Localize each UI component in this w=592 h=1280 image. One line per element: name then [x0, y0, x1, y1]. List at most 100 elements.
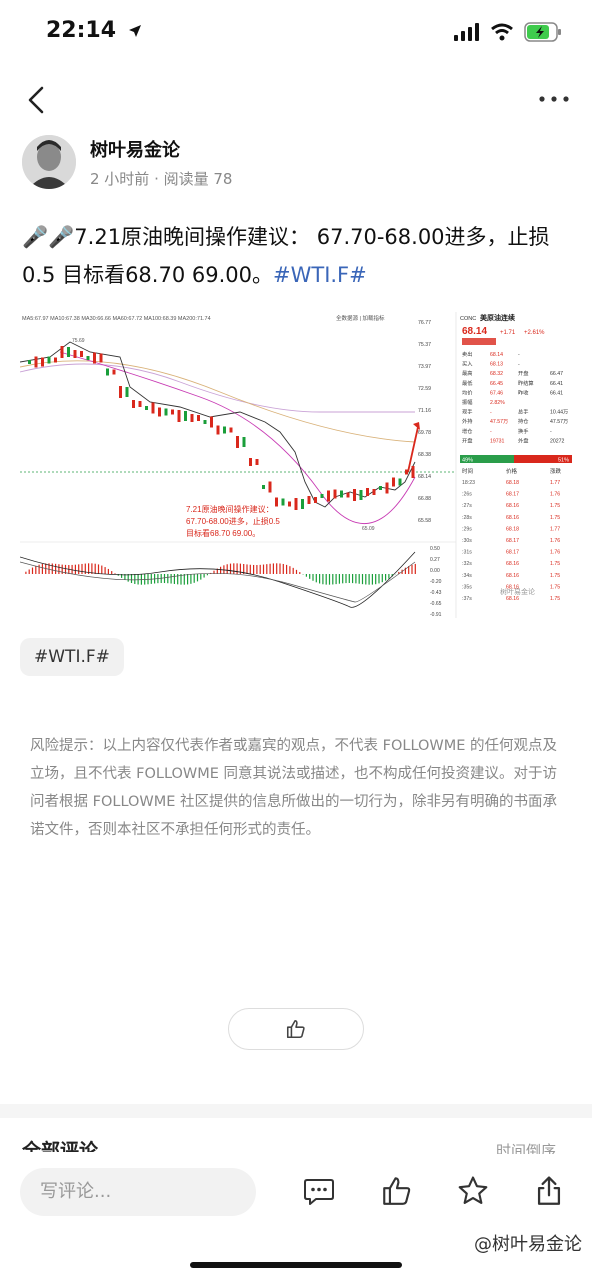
candle-mark [307, 496, 311, 504]
macd-bar-mark [229, 563, 232, 574]
quote-value: 66.47 [550, 371, 563, 377]
quote-label: 最低 [462, 379, 473, 387]
y-tick-label: 68.14 [418, 474, 431, 480]
trade-price: 68.16 [506, 596, 519, 602]
trade-time: :28s [462, 515, 472, 521]
comment-input[interactable]: 写评论... [20, 1168, 256, 1216]
trade-time: :32s [462, 561, 472, 567]
macd-bar-mark [78, 564, 80, 574]
comment-button[interactable] [302, 1174, 336, 1208]
more-button[interactable] [534, 84, 574, 114]
macd-bar-mark [41, 563, 43, 574]
trade-change: 1.77 [550, 480, 560, 486]
like-button[interactable] [228, 1008, 364, 1050]
like-bar-button[interactable] [380, 1174, 414, 1208]
trade-time: :27s [462, 503, 472, 509]
candle-mark [73, 350, 77, 358]
y-tick-label: 72.59 [418, 386, 431, 392]
ticker-change-pct: +2.61% [524, 330, 545, 336]
quote-label: 买入 [462, 360, 472, 368]
candle-mark [112, 369, 116, 375]
avatar[interactable] [22, 135, 76, 189]
trade-change: 1.76 [550, 492, 560, 498]
macd-bar-mark [309, 574, 311, 579]
candle-mark [372, 489, 376, 495]
quote-label: - [518, 362, 520, 368]
y-tick-label: 76.77 [418, 320, 431, 326]
candle-mark [34, 356, 38, 368]
candle-mark [177, 410, 181, 422]
macd-bar-mark [31, 567, 34, 574]
trades-header: 涨跌 [550, 467, 562, 475]
candle-mark [164, 408, 168, 416]
candle-mark [242, 437, 246, 447]
macd-bar-mark [196, 574, 199, 582]
candle-mark [125, 387, 129, 397]
post-hashtag-link[interactable]: #WTI.F# [273, 263, 367, 287]
status-time: 22:14 [46, 18, 142, 43]
quote-value: 66.41 [550, 381, 563, 387]
quote-value: 67.46 [490, 390, 503, 396]
macd-bar-mark [91, 563, 93, 574]
favorite-button[interactable] [456, 1174, 490, 1208]
trade-time: :26s [462, 492, 472, 498]
top-buttons: 全数据源 | 加载指标 [336, 314, 385, 322]
author-block[interactable]: 树叶易金论 2 小时前 · 阅读量 78 [22, 132, 232, 192]
share-button[interactable] [532, 1174, 566, 1208]
candle-mark [41, 357, 44, 367]
author-name[interactable]: 树叶易金论 [90, 136, 232, 162]
quote-label: - [518, 352, 520, 358]
trade-time: :34s [462, 573, 472, 579]
trade-time: 18:23 [462, 480, 475, 486]
macd-bar-mark [28, 569, 30, 574]
macd-bar-mark [322, 574, 324, 585]
macd-bar-mark [200, 574, 202, 580]
macd-bar-mark [236, 563, 238, 574]
candle-mark [54, 357, 57, 363]
candle-mark [132, 400, 135, 408]
macd-bar-mark [295, 569, 298, 574]
macd-bar-mark [256, 564, 258, 574]
tag-chip[interactable]: #WTI.F# [20, 638, 124, 676]
chart-image[interactable]: MA5:67.97 MA10:67.38 MA30:66.66 MA60:67.… [20, 312, 576, 618]
trades-header: 时间 [462, 467, 473, 475]
location-arrow-icon [128, 25, 141, 37]
macd-bar-mark [137, 574, 139, 585]
trade-time: :31s [462, 550, 472, 556]
y-tick-label: 69.78 [418, 430, 431, 436]
trade-price: 68.17 [506, 538, 519, 544]
annotation-line-2: 67.70-68.00进多，止损0.5 [186, 516, 280, 526]
quote-value: - [550, 429, 552, 435]
candle-mark [385, 482, 389, 494]
quote-label: 昨收 [518, 388, 528, 396]
back-button[interactable] [18, 80, 58, 120]
candle-mark [216, 425, 220, 435]
candle-mark [93, 352, 96, 364]
macd-tick-label: -0.20 [430, 579, 442, 585]
quote-label: 昨结算 [518, 379, 534, 387]
macd-bar-mark [381, 574, 383, 583]
macd-bar-mark [365, 574, 367, 585]
quote-value: 47.57万 [550, 418, 568, 425]
macd-tick-label: -0.65 [430, 601, 442, 607]
annotation-line-1: 7.21原油晚间操作建议： [186, 504, 274, 514]
y-tick-label: 68.38 [418, 452, 431, 458]
watermark: @树叶易金论 [474, 1234, 582, 1255]
macd-bar-mark [259, 564, 261, 574]
macd-bar-mark [262, 564, 265, 574]
macd-bar-mark [81, 563, 83, 574]
candle-mark [281, 498, 285, 506]
candle-mark [190, 414, 194, 422]
peak-label: 75.69 [72, 338, 85, 344]
comments-sort[interactable]: 时间倒序 [496, 1140, 556, 1154]
quote-label: 现手 [462, 408, 472, 416]
macd-bar-mark [269, 563, 271, 574]
post-text: 🎤🎤7.21原油晚间操作建议： 67.70-68.00进多，止损0.5 目标看6… [22, 218, 578, 294]
quote-label: 均价 [462, 388, 473, 396]
candle-mark [210, 416, 213, 428]
star-icon [458, 1176, 488, 1204]
candle-mark [320, 494, 324, 498]
macd-tick-label: -0.91 [430, 612, 442, 618]
candle-mark [28, 360, 31, 364]
macd-bar-mark [352, 574, 354, 584]
